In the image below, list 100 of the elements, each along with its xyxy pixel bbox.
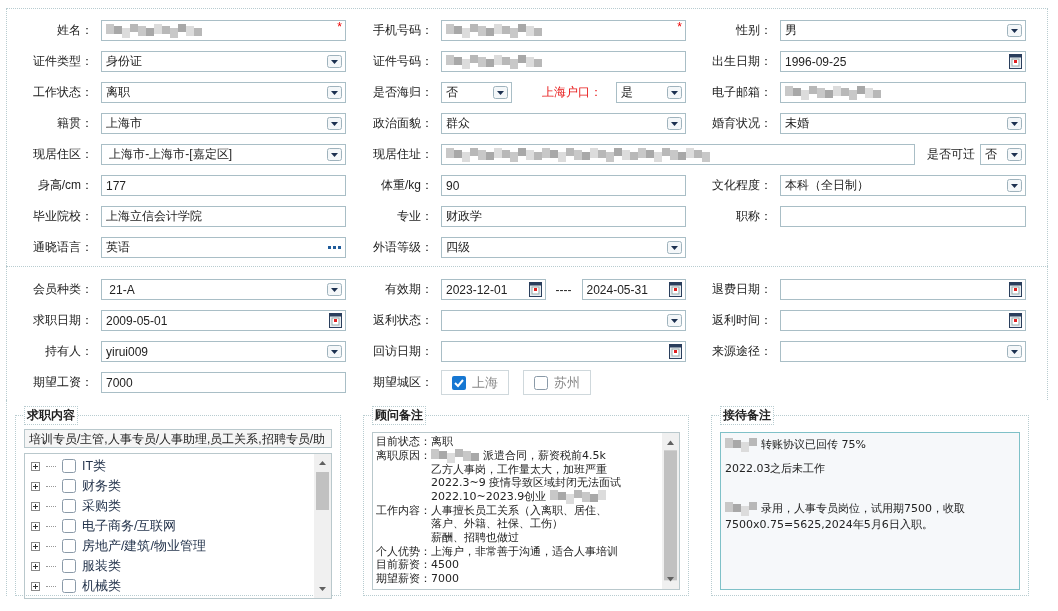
note-text: 2022.03之后未工作 (725, 461, 826, 477)
checkbox-icon[interactable] (62, 579, 76, 593)
field-label: 职称： (735, 208, 773, 225)
expand-icon[interactable] (31, 541, 40, 551)
range-separator: ---- (554, 282, 573, 297)
calendar-icon[interactable] (1009, 313, 1022, 328)
note-label: 工作内容： (376, 503, 431, 518)
category-item[interactable]: 房地产/建筑/物业管理 (82, 537, 206, 555)
checkbox-icon[interactable] (62, 459, 76, 473)
category-item[interactable]: 机械类 (82, 577, 121, 595)
field-label: 上海户口： (540, 84, 603, 101)
text-field[interactable]: 上海立信会计学院 (101, 206, 346, 227)
checkbox-icon[interactable] (62, 479, 76, 493)
notes-area[interactable]: 转账协议已回传 75% 2022.03之后未工作 录用，人事专员岗位，试用期7500，收取 7500x0.75=5625,2024年5月6日入职。 (720, 432, 1020, 590)
category-item[interactable]: 采购类 (82, 497, 121, 515)
category-item[interactable]: IT类 (82, 457, 107, 475)
expand-icon[interactable] (31, 461, 40, 471)
category-item[interactable]: 财务类 (82, 477, 121, 495)
field-label: 现居住址： (372, 146, 434, 163)
note-text: 2022.3~9 疫情导致区域封闭无法面试 (431, 476, 622, 490)
dropdown[interactable]: yirui009 (101, 341, 346, 362)
field-label: 会员种类： (32, 281, 94, 298)
text-field[interactable]: 培训专员/主管,人事专员/人事助理,员工关系,招聘专员/助 (24, 429, 332, 448)
dropdown[interactable]: 四级 (441, 237, 686, 258)
dropdown[interactable]: 身份证 (101, 51, 346, 72)
date-field[interactable] (780, 279, 1026, 300)
required-mark: * (337, 21, 342, 34)
field-label: 外语等级： (372, 239, 434, 256)
date-field[interactable] (441, 341, 686, 362)
calendar-icon[interactable] (1009, 54, 1022, 69)
text-field[interactable] (780, 82, 1026, 103)
text-field[interactable]: 90 (441, 175, 686, 196)
category-item[interactable]: 服装类 (82, 557, 121, 575)
dropdown[interactable]: 男 (780, 20, 1026, 41)
checkbox-icon[interactable] (452, 375, 466, 390)
note-text: 离职 (431, 435, 453, 449)
field-label: 来源途径： (711, 343, 773, 360)
checkbox[interactable]: 苏州 (523, 370, 591, 395)
text-field[interactable]: * (101, 20, 346, 41)
field-label: 证件号码： (372, 53, 434, 70)
expand-icon[interactable] (31, 481, 40, 491)
date-field[interactable]: 2009-05-01 (101, 310, 346, 331)
expand-icon[interactable] (31, 501, 40, 511)
calendar-icon[interactable] (329, 313, 342, 328)
field-label: 现居住区： (32, 146, 94, 163)
field-label: 婚育状况： (711, 115, 773, 132)
expand-icon[interactable] (31, 561, 40, 571)
field-label: 电子邮箱： (711, 84, 773, 101)
dropdown[interactable]: 上海市 (101, 113, 346, 134)
dropdown[interactable]: 本科（全日制） (780, 175, 1026, 196)
field-label: 是否海归： (372, 84, 434, 101)
dropdown[interactable]: 未婚 (780, 113, 1026, 134)
note-text: 转账协议已回传 75% (761, 437, 866, 453)
field-label: 政治面貌： (372, 115, 434, 132)
date-field[interactable]: 2024-05-31 (581, 279, 686, 300)
text-field[interactable]: 177 (101, 175, 346, 196)
expand-icon[interactable] (31, 581, 40, 591)
field-label: 身高/cm： (36, 177, 94, 194)
category-item[interactable]: 电子商务/互联网 (82, 517, 177, 535)
field-label: 文化程度： (711, 177, 773, 194)
note-text: 人事擅长员工关系（入离职、居住、 (431, 503, 607, 518)
dropdown[interactable]: 否 (441, 82, 512, 103)
text-field[interactable]: 财政学 (441, 206, 686, 227)
required-mark: * (677, 21, 682, 34)
dropdown[interactable]: 是 (615, 82, 686, 103)
dropdown[interactable]: 21-A (101, 279, 346, 300)
checkbox-icon[interactable] (62, 539, 76, 553)
dropdown[interactable]: 否 (980, 144, 1026, 165)
text-field[interactable]: 7000 (101, 372, 346, 393)
date-field[interactable]: 1996-09-25 (780, 51, 1026, 72)
calendar-icon[interactable] (669, 282, 682, 297)
text-field[interactable] (780, 206, 1026, 227)
text-field[interactable] (441, 144, 915, 165)
checkbox[interactable]: 上海 (441, 370, 509, 395)
note-label: 离职原因： (376, 448, 431, 464)
checkbox-icon[interactable] (534, 375, 548, 390)
dropdown[interactable]: 离职 (101, 82, 346, 103)
dropdown[interactable]: 上海市-上海市-[嘉定区] (101, 144, 346, 165)
date-field[interactable] (780, 310, 1026, 331)
calendar-icon[interactable] (669, 344, 682, 359)
field-label: 专业： (396, 208, 434, 225)
field-label: 是否可迁 (926, 146, 976, 163)
note-text: 2022.10~2023.9创业 (431, 490, 547, 504)
calendar-icon[interactable] (1009, 282, 1022, 297)
note-text: 派遣合同，薪资税前4.5k (483, 448, 606, 463)
checkbox-icon[interactable] (62, 499, 76, 513)
note-text: 7000 (431, 571, 459, 586)
checkbox-icon[interactable] (62, 519, 76, 533)
text-field[interactable] (441, 51, 686, 72)
note-label: 个人优势： (376, 544, 431, 559)
calendar-icon[interactable] (528, 282, 542, 297)
date-field[interactable]: 2023-12-01 (441, 279, 546, 300)
checkbox-icon[interactable] (62, 559, 76, 573)
dropdown[interactable]: 群众 (441, 113, 686, 134)
lookup-field[interactable]: 英语 (101, 237, 346, 258)
field-label: 工作状态： (32, 84, 94, 101)
expand-icon[interactable] (31, 521, 40, 531)
field-label: 出生日期： (711, 53, 773, 70)
more-icon[interactable] (328, 245, 342, 250)
text-field[interactable]: * (441, 20, 686, 41)
